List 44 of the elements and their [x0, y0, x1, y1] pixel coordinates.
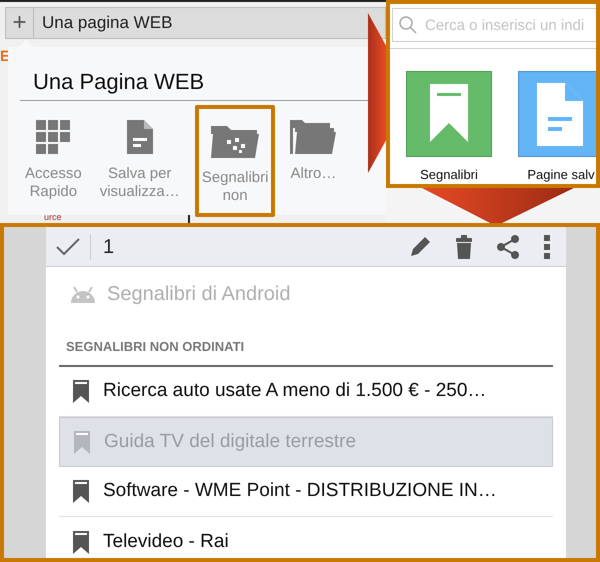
- tile-label: Segnalibri: [420, 166, 478, 184]
- document-icon: [126, 120, 153, 154]
- bookmark-icon: [73, 380, 89, 403]
- bookmark-icon: [73, 480, 89, 503]
- bookmark-row[interactable]: Televideo - Rai: [59, 517, 553, 558]
- bookmark-icon: [74, 430, 90, 454]
- bookmark-row[interactable]: Software - WME Point - DISTRIBUZIONE IN…: [59, 467, 553, 517]
- selected-count: 1: [103, 234, 114, 260]
- bookmark-title: Televideo - Rai: [103, 530, 229, 554]
- folder-icon: [211, 124, 260, 158]
- option-label: non: [222, 187, 248, 205]
- option-label: visualizza…: [100, 183, 180, 201]
- edit-icon[interactable]: [408, 234, 432, 258]
- search-field[interactable]: Cerca o inserisci un indi: [392, 8, 596, 42]
- page-text: urce: [44, 213, 62, 222]
- bookmark-title: Guida TV del digitale terrestre: [104, 430, 356, 454]
- folders-icon: [290, 120, 336, 154]
- option-label: Altro…: [290, 165, 336, 183]
- share-icon[interactable]: [496, 234, 520, 258]
- option-label: Salva per: [108, 165, 172, 183]
- option-label: Rapido: [30, 183, 78, 201]
- popup-title: Una Pagina WEB: [33, 69, 204, 94]
- check-icon[interactable]: [56, 238, 80, 256]
- more-icon[interactable]: [544, 234, 550, 258]
- search-icon: [399, 16, 417, 34]
- delete-icon[interactable]: [456, 234, 472, 258]
- new-tab-button[interactable]: +: [6, 8, 34, 38]
- bookmark-row[interactable]: Guida TV del digitale terrestre: [59, 417, 553, 467]
- bookmark-title: Software - WME Point - DISTRIBUZIONE IN…: [103, 479, 497, 504]
- tile-label: Pagine salv: [527, 166, 595, 184]
- folder-link[interactable]: Segnalibri di Android: [107, 279, 290, 309]
- option-label: Accesso: [25, 165, 82, 183]
- option-label: Segnalibri: [202, 169, 268, 187]
- save-option[interactable]: Altro…: [287, 105, 340, 217]
- document-tile-icon[interactable]: [518, 71, 596, 157]
- section-header: SEGNALIBRI NON ORDINATI: [66, 339, 244, 354]
- tab-title[interactable]: Una pagina WEB: [42, 10, 172, 36]
- save-option[interactable]: Salva per visualizza…: [96, 105, 183, 217]
- bookmark-tile-icon[interactable]: [406, 71, 492, 157]
- android-icon: [69, 285, 97, 303]
- bookmark-title: Ricerca auto usate A meno di 1.500 € - 250…: [103, 379, 486, 404]
- grid-icon: [36, 120, 70, 154]
- save-option[interactable]: Segnalibri non: [194, 105, 276, 217]
- bookmark-icon: [73, 530, 89, 554]
